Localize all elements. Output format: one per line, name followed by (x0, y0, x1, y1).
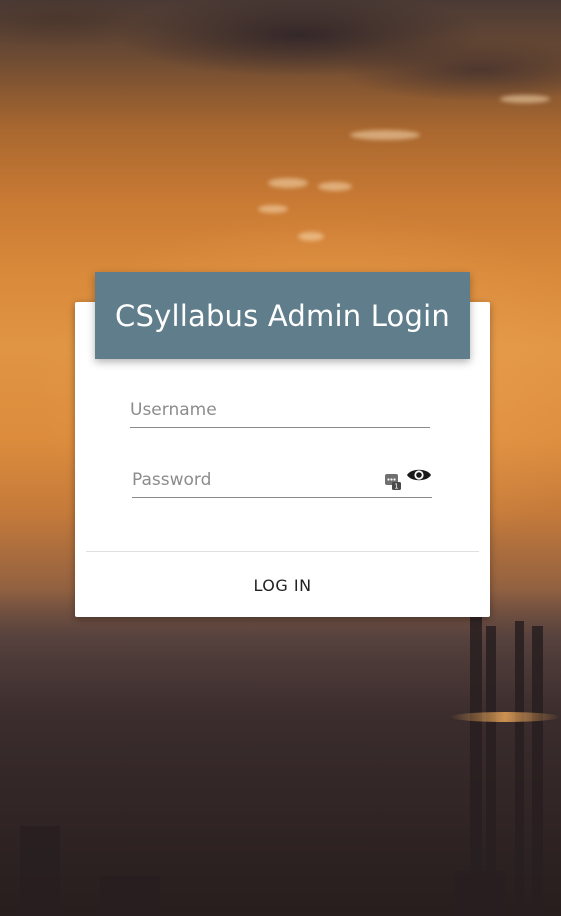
login-card-header: CSyllabus Admin Login (95, 272, 470, 359)
svg-text:1: 1 (394, 483, 398, 491)
light-cloud (318, 182, 352, 191)
building (20, 826, 60, 916)
eye-icon[interactable] (406, 466, 432, 484)
light-cloud (268, 178, 308, 188)
username-input[interactable] (130, 396, 430, 428)
light-cloud (350, 130, 420, 140)
river-reflection (450, 712, 560, 722)
dark-clouds (0, 0, 561, 140)
page-title: CSyllabus Admin Login (115, 298, 450, 333)
login-button[interactable]: LOG IN (86, 560, 479, 610)
light-cloud (258, 205, 288, 213)
card-divider (86, 551, 479, 552)
building (532, 626, 543, 916)
username-field (130, 396, 430, 428)
light-cloud (500, 95, 550, 103)
building (455, 871, 505, 916)
light-cloud (298, 232, 324, 241)
password-manager-icon[interactable]: 1 (384, 472, 402, 491)
building (515, 621, 524, 916)
building (100, 876, 160, 916)
city-skyline (0, 590, 561, 916)
